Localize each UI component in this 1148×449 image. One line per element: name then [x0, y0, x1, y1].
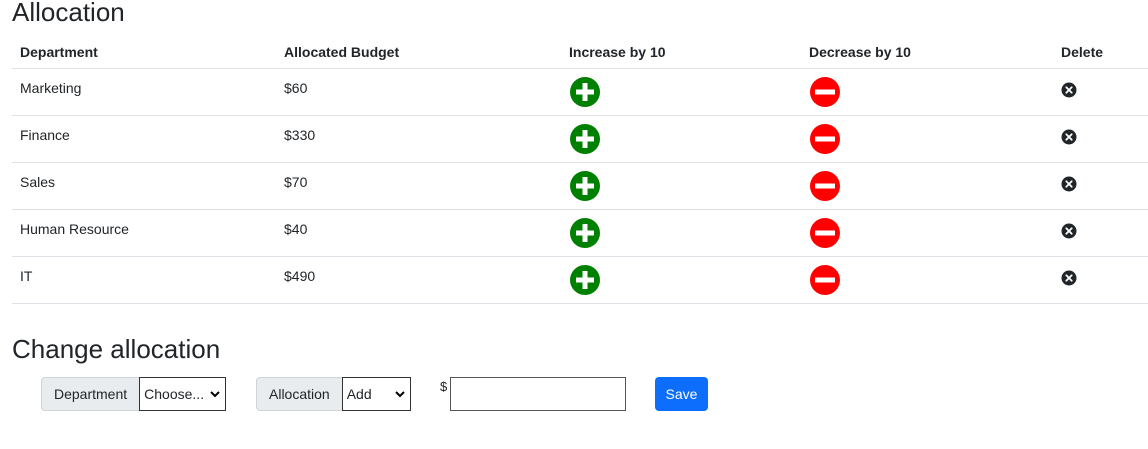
table-row: Sales $70 — [12, 162, 1148, 210]
department-name: Sales — [20, 174, 56, 190]
minus-circle-icon[interactable] — [809, 76, 841, 108]
decrease-cell — [801, 115, 1053, 163]
delete-cell — [1053, 256, 1148, 304]
chevron-down-icon — [394, 391, 405, 398]
decrease-cell — [801, 162, 1053, 210]
header-allocated-budget: Allocated Budget — [276, 36, 561, 69]
delete-cell — [1053, 162, 1148, 210]
allocation-group: Allocation Add — [256, 377, 411, 411]
plus-circle-icon[interactable] — [569, 76, 601, 108]
allocation-title: Allocation — [12, 0, 125, 27]
increase-cell — [561, 115, 801, 163]
department-cell: Marketing — [12, 68, 276, 116]
decrease-cell — [801, 68, 1053, 116]
x-circle-icon[interactable] — [1061, 129, 1077, 145]
department-cell: Human Resource — [12, 209, 276, 257]
department-name: IT — [20, 268, 33, 284]
plus-circle-icon[interactable] — [569, 264, 601, 296]
budget-value: $330 — [284, 127, 316, 143]
department-select[interactable]: Choose... — [139, 377, 227, 411]
increase-cell — [561, 162, 801, 210]
department-name: Human Resource — [20, 221, 129, 237]
minus-circle-icon[interactable] — [809, 123, 841, 155]
increase-cell — [561, 68, 801, 116]
allocation-label: Allocation — [256, 377, 342, 411]
budget-value: $40 — [284, 221, 308, 237]
department-select-value: Choose... — [144, 386, 205, 402]
chevron-down-icon — [210, 391, 220, 398]
department-group: Department Choose... — [41, 377, 227, 411]
allocation-select[interactable]: Add — [341, 377, 411, 411]
plus-circle-icon[interactable] — [569, 123, 601, 155]
delete-cell — [1053, 115, 1148, 163]
increase-cell — [561, 256, 801, 304]
header-increase: Increase by 10 — [561, 36, 801, 69]
minus-circle-icon[interactable] — [809, 217, 841, 249]
minus-circle-icon[interactable] — [809, 264, 841, 296]
budget-cell: $70 — [276, 162, 561, 210]
minus-circle-icon[interactable] — [809, 170, 841, 202]
amount-input[interactable] — [450, 377, 626, 411]
department-cell: Finance — [12, 115, 276, 163]
save-button[interactable]: Save — [655, 377, 708, 411]
decrease-cell — [801, 209, 1053, 257]
plus-circle-icon[interactable] — [569, 217, 601, 249]
department-name: Marketing — [20, 80, 82, 96]
decrease-cell — [801, 256, 1053, 304]
header-department: Department — [12, 36, 276, 69]
change-allocation-title: Change allocation — [12, 334, 221, 364]
x-circle-icon[interactable] — [1061, 82, 1077, 98]
table-row: Human Resource $40 — [12, 209, 1148, 257]
budget-cell: $490 — [276, 256, 561, 304]
allocation-table: Department Allocated Budget Increase by … — [12, 36, 1148, 304]
table-header-row: Department Allocated Budget Increase by … — [12, 36, 1148, 69]
table-row: Finance $330 — [12, 115, 1148, 163]
plus-circle-icon[interactable] — [569, 170, 601, 202]
budget-cell: $40 — [276, 209, 561, 257]
delete-cell — [1053, 209, 1148, 257]
increase-cell — [561, 209, 801, 257]
x-circle-icon[interactable] — [1061, 223, 1077, 239]
department-cell: IT — [12, 256, 276, 304]
budget-value: $70 — [284, 174, 308, 190]
department-cell: Sales — [12, 162, 276, 210]
x-circle-icon[interactable] — [1061, 270, 1077, 286]
budget-value: $490 — [284, 268, 316, 284]
header-delete: Delete — [1053, 36, 1148, 69]
currency-symbol: $ — [440, 379, 448, 394]
change-allocation-form: Department Choose... Allocation Add $ Sa… — [0, 377, 1148, 411]
header-decrease: Decrease by 10 — [801, 36, 1053, 69]
department-label: Department — [41, 377, 140, 411]
delete-cell — [1053, 68, 1148, 116]
x-circle-icon[interactable] — [1061, 176, 1077, 192]
table-row: IT $490 — [12, 256, 1148, 304]
table-row: Marketing $60 — [12, 68, 1148, 116]
department-name: Finance — [20, 127, 70, 143]
allocation-select-value: Add — [346, 386, 372, 402]
budget-value: $60 — [284, 80, 308, 96]
budget-cell: $330 — [276, 115, 561, 163]
budget-cell: $60 — [276, 68, 561, 116]
